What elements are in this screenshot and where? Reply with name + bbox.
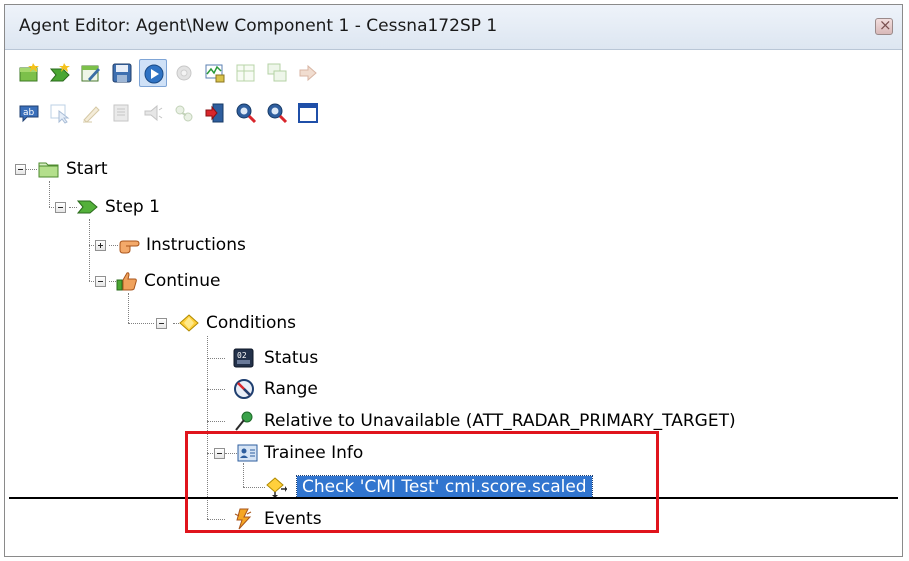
tree-connector — [128, 323, 154, 324]
instructions-expander[interactable] — [95, 240, 106, 251]
conditions-expander[interactable] — [156, 318, 167, 329]
folder-icon — [38, 162, 59, 178]
pin-icon — [235, 411, 253, 431]
pointing-hand-icon — [119, 240, 140, 254]
find-icon — [267, 103, 288, 124]
save-button[interactable] — [108, 59, 136, 87]
tree-node-step-1[interactable]: Step 1 — [105, 196, 160, 218]
go-button[interactable] — [294, 59, 322, 87]
edit-properties-button[interactable] — [77, 59, 105, 87]
window-button[interactable] — [294, 99, 322, 127]
monitor-button[interactable] — [201, 59, 229, 87]
text-ab-button[interactable]: ab — [15, 99, 43, 127]
new-step-icon — [49, 63, 70, 82]
pencil-button[interactable] — [77, 99, 105, 127]
thumbs-up-icon — [116, 272, 137, 291]
step-expander[interactable] — [55, 202, 66, 213]
exit-icon — [205, 103, 224, 123]
window-title: Agent Editor: Agent\New Component 1 - Ce… — [19, 16, 498, 36]
secondary-toolbar: ab — [5, 93, 902, 133]
stop-icon — [176, 65, 192, 81]
compare-button[interactable] — [263, 59, 291, 87]
new-agent-button[interactable] — [15, 59, 43, 87]
agent-editor-window: Agent Editor: Agent\New Component 1 - Ce… — [4, 4, 903, 557]
grid-button[interactable] — [232, 59, 260, 87]
tree-connector — [49, 181, 50, 207]
window-icon — [298, 103, 318, 123]
edit-properties-icon — [81, 65, 100, 82]
tree-node-relative-to-unavailable[interactable]: Relative to Unavailable (ATT_RADAR_PRIMA… — [264, 410, 736, 432]
broadcast-icon — [144, 104, 163, 122]
connect-button[interactable] — [170, 99, 198, 127]
tree-connector — [128, 293, 129, 323]
select-icon — [50, 104, 70, 124]
tree-connector — [207, 421, 225, 422]
tree-node-start[interactable]: Start — [66, 158, 108, 180]
main-toolbar — [5, 53, 902, 93]
new-step-button[interactable] — [46, 59, 74, 87]
compare-icon — [267, 63, 287, 82]
svg-text:ab: ab — [23, 108, 35, 118]
find-button[interactable] — [263, 99, 291, 127]
connect-icon — [175, 105, 193, 122]
tree-connector — [207, 389, 225, 390]
title-bar[interactable]: Agent Editor: Agent\New Component 1 - Ce… — [5, 5, 902, 50]
monitor-icon — [205, 64, 225, 83]
save-icon — [112, 63, 132, 83]
tree-connector — [69, 207, 77, 208]
document-icon — [113, 104, 129, 122]
tree-node-instructions[interactable]: Instructions — [146, 234, 246, 256]
diamond-icon — [179, 314, 199, 332]
grid-icon — [236, 64, 255, 82]
highlight-box — [185, 431, 659, 533]
tree-node-continue[interactable]: Continue — [144, 270, 220, 292]
run-icon — [144, 64, 164, 84]
status-icon: 02 — [233, 348, 254, 368]
pencil-icon — [83, 106, 100, 123]
tree-connector — [207, 358, 225, 359]
run-button[interactable] — [139, 59, 167, 87]
document-button[interactable] — [108, 99, 136, 127]
new-agent-icon — [19, 63, 39, 82]
search-icon — [236, 103, 257, 124]
start-expander[interactable] — [15, 164, 26, 175]
tree-connector — [26, 169, 37, 170]
select-button[interactable] — [46, 99, 74, 127]
close-button[interactable] — [875, 16, 893, 35]
agent-tree: Start Step 1 Instructions Continue Condi… — [9, 133, 898, 550]
stop-button[interactable] — [170, 59, 198, 87]
step-icon — [77, 200, 98, 214]
search-button[interactable] — [232, 99, 260, 127]
exit-button[interactable] — [201, 99, 229, 127]
tree-node-conditions[interactable]: Conditions — [206, 312, 296, 334]
broadcast-button[interactable] — [139, 99, 167, 127]
tree-connector — [109, 245, 118, 246]
go-icon — [299, 64, 317, 82]
compass-icon — [234, 379, 254, 399]
tree-connector — [89, 219, 90, 281]
tree-node-range[interactable]: Range — [264, 378, 318, 400]
continue-expander[interactable] — [95, 276, 106, 287]
tree-node-status[interactable]: Status — [264, 347, 318, 369]
tree-connector — [109, 281, 116, 282]
svg-text:02: 02 — [237, 351, 247, 360]
text-ab-icon: ab — [19, 105, 39, 123]
